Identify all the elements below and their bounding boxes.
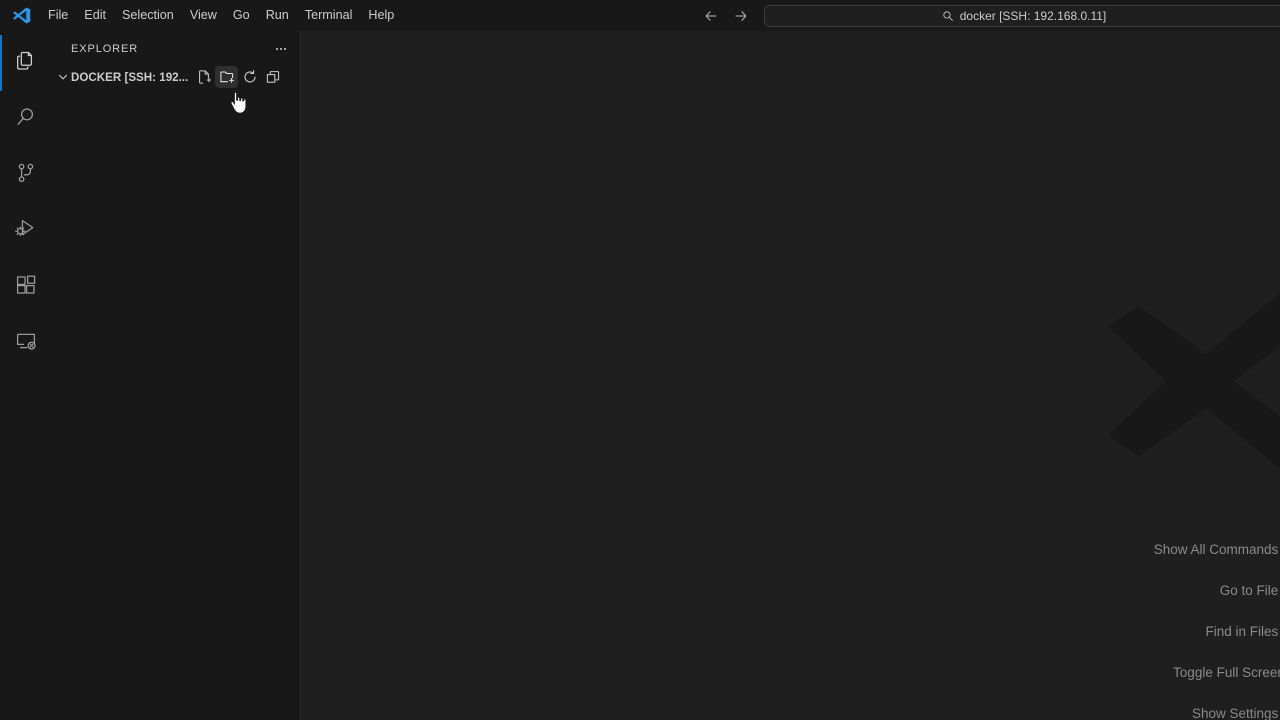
search-icon bbox=[14, 105, 38, 134]
explorer-sidebar: EXPLORER DOCKER [SSH: 192... bbox=[51, 31, 301, 720]
run-and-debug-icon bbox=[13, 216, 38, 246]
menu-edit[interactable]: Edit bbox=[76, 4, 114, 27]
sidebar-title: EXPLORER bbox=[71, 42, 139, 55]
vscode-logo-watermark bbox=[1091, 211, 1280, 551]
collapse-folders-button[interactable] bbox=[261, 66, 284, 88]
menu-file[interactable]: File bbox=[40, 4, 76, 27]
activitybar-extensions[interactable] bbox=[0, 259, 51, 315]
extensions-icon bbox=[14, 273, 38, 302]
navigation-arrows bbox=[700, 6, 752, 26]
watermark-label[interactable]: Go to File bbox=[1220, 583, 1279, 598]
command-center[interactable]: docker [SSH: 192.168.0.11] bbox=[764, 4, 1280, 27]
source-control-icon bbox=[14, 161, 38, 190]
activity-bar bbox=[0, 31, 51, 720]
menu-view[interactable]: View bbox=[182, 4, 225, 27]
views-and-more-actions-button[interactable] bbox=[270, 38, 292, 60]
watermark-row: Go to File Ctrl + bbox=[1154, 570, 1280, 611]
forward-button[interactable] bbox=[730, 6, 752, 26]
editor-area: Show All Commands Ctrl + Go to File Ctrl… bbox=[301, 31, 1280, 720]
new-folder-icon bbox=[220, 71, 234, 83]
watermark-label[interactable]: Find in Files bbox=[1206, 624, 1279, 639]
vscode-window: File Edit Selection View Go Run Terminal… bbox=[0, 0, 1280, 720]
files-icon bbox=[14, 49, 38, 78]
watermark-label[interactable]: Toggle Full Screen bbox=[1173, 665, 1280, 680]
menu-help[interactable]: Help bbox=[360, 4, 402, 27]
activitybar-explorer[interactable] bbox=[0, 35, 51, 91]
activitybar-source-control[interactable] bbox=[0, 147, 51, 203]
explorer-folder-label: DOCKER [SSH: 192... bbox=[71, 70, 189, 84]
arrow-right-icon bbox=[735, 10, 747, 21]
collapse-all-icon bbox=[266, 71, 279, 83]
title-bar: File Edit Selection View Go Run Terminal… bbox=[0, 0, 1280, 31]
arrow-left-icon bbox=[705, 10, 717, 21]
watermark-label[interactable]: Show Settings bbox=[1192, 706, 1278, 720]
new-folder-button[interactable] bbox=[215, 66, 239, 88]
watermark-row: Find in Files Ctrl + bbox=[1154, 611, 1280, 652]
activitybar-remote-explorer[interactable] bbox=[0, 315, 51, 371]
activitybar-search[interactable] bbox=[0, 91, 51, 147]
sidebar-header: EXPLORER bbox=[51, 31, 300, 66]
menu-run[interactable]: Run bbox=[258, 4, 297, 27]
search-icon bbox=[943, 10, 953, 21]
menu-go[interactable]: Go bbox=[225, 4, 258, 27]
new-file-button[interactable] bbox=[192, 66, 215, 88]
watermark-row: Show Settings Ctrl + bbox=[1154, 693, 1280, 720]
workbench-body: EXPLORER DOCKER [SSH: 192... Show All Co… bbox=[0, 31, 1280, 720]
explorer-folders-section-header[interactable]: DOCKER [SSH: 192... bbox=[51, 66, 300, 88]
refresh-explorer-button[interactable] bbox=[238, 66, 261, 88]
menu-bar: File Edit Selection View Go Run Terminal… bbox=[40, 0, 402, 31]
activitybar-run-debug[interactable] bbox=[0, 203, 51, 259]
watermark-row: Show All Commands Ctrl + bbox=[1154, 529, 1280, 570]
remote-explorer-icon bbox=[14, 329, 38, 358]
menu-selection[interactable]: Selection bbox=[114, 4, 182, 27]
vscode-logo-icon bbox=[0, 0, 36, 31]
watermark-label[interactable]: Show All Commands bbox=[1154, 542, 1279, 557]
menu-terminal[interactable]: Terminal bbox=[297, 4, 361, 27]
ellipsis-icon bbox=[275, 47, 287, 50]
sidebar-header-actions bbox=[270, 38, 292, 60]
editor-watermark-shortcuts: Show All Commands Ctrl + Go to File Ctrl… bbox=[1154, 529, 1280, 720]
explorer-section-actions bbox=[192, 66, 284, 88]
chevron-down-icon[interactable] bbox=[55, 66, 71, 88]
refresh-icon bbox=[244, 70, 256, 83]
back-button[interactable] bbox=[700, 6, 722, 26]
command-center-text: docker [SSH: 192.168.0.11] bbox=[959, 8, 1107, 23]
watermark-row: Toggle Full Screen F11 bbox=[1154, 652, 1280, 693]
new-file-icon bbox=[198, 70, 211, 84]
